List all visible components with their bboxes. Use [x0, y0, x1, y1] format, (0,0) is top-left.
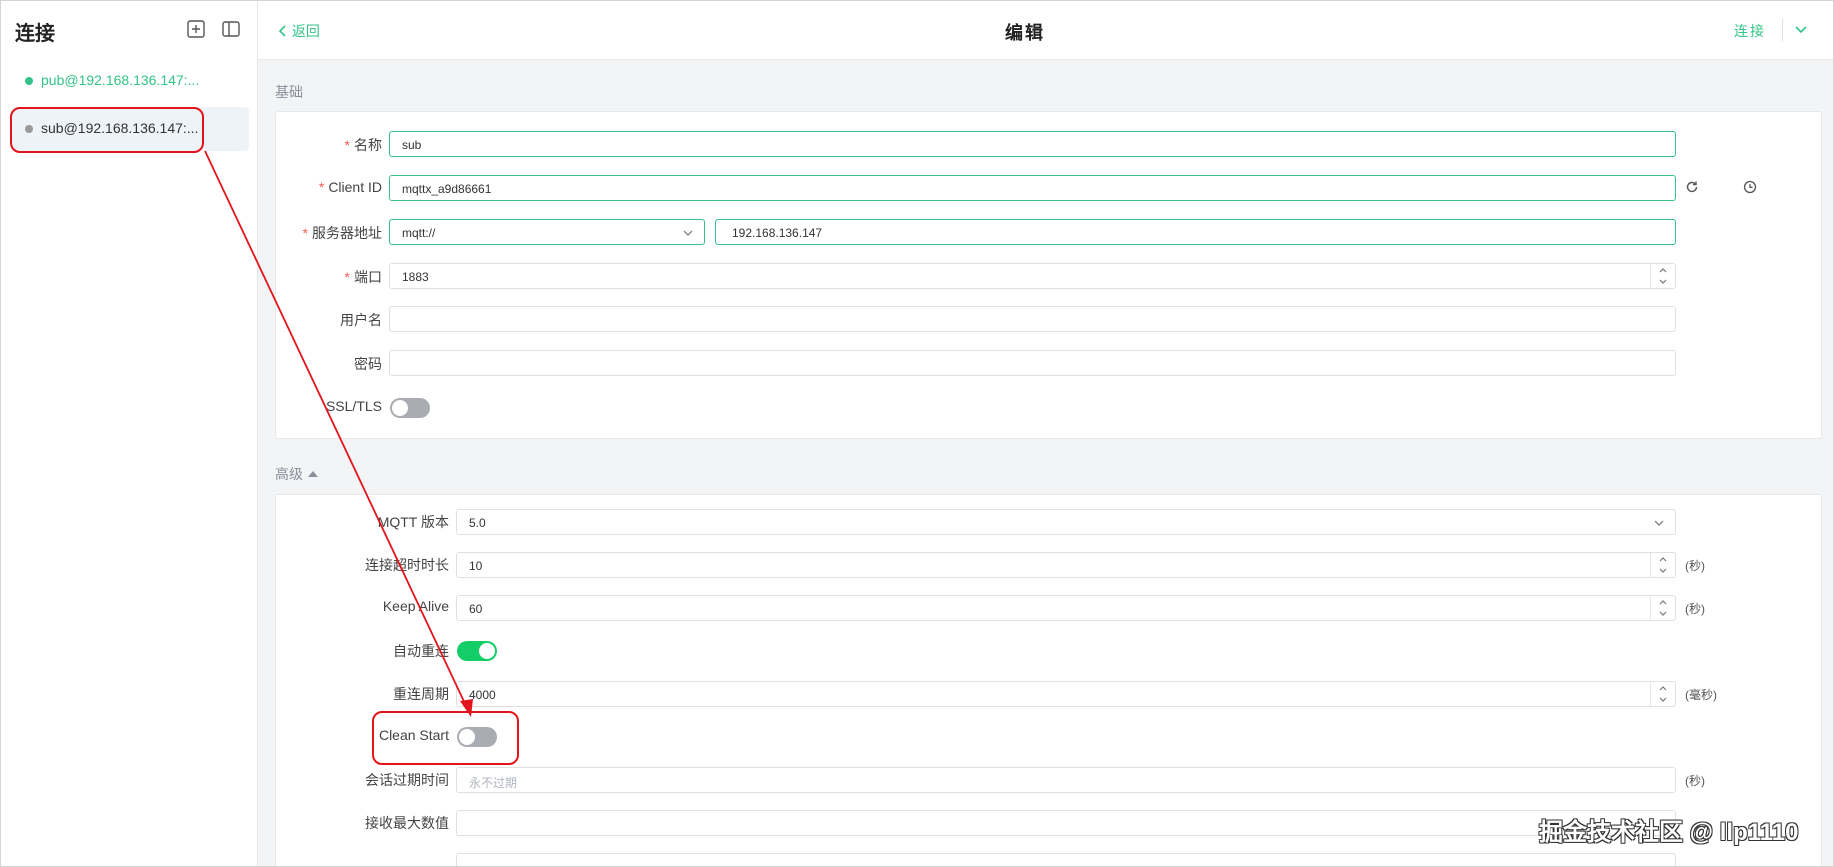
auto-reconnect-toggle[interactable] [457, 641, 497, 661]
port-stepper[interactable] [1650, 264, 1675, 288]
chevron-down-icon[interactable] [1658, 610, 1668, 618]
name-label: * 名称 [344, 137, 382, 153]
chevron-down-icon [1654, 520, 1664, 526]
port-label: * 端口 [344, 269, 382, 285]
timeout-unit: (秒) [1685, 559, 1705, 573]
timeout-label: 连接超时时长 [365, 557, 449, 573]
keepalive-label: Keep Alive [382, 598, 449, 614]
ssl-toggle[interactable] [390, 398, 430, 418]
chevron-down-icon[interactable] [1658, 278, 1668, 286]
chevron-up-icon[interactable] [1658, 684, 1668, 692]
page-title: 编辑 [1005, 23, 1045, 43]
auto-reconnect-label: 自动重连 [393, 643, 449, 659]
chevron-down-icon[interactable] [1658, 696, 1668, 704]
receive-max-input[interactable] [456, 810, 1676, 836]
reconnect-period-input[interactable]: 4000 [456, 681, 1676, 707]
basic-section-title: 基础 [275, 84, 303, 100]
chevron-up-icon[interactable] [1658, 555, 1668, 563]
caret-up-icon [307, 471, 318, 477]
advanced-section-title[interactable]: 高级 [275, 464, 319, 484]
watermark: 掘金技术社区 @ llp1110 [1539, 819, 1799, 846]
refresh-icon[interactable] [1685, 180, 1699, 199]
keepalive-value: 60 [469, 602, 483, 616]
timeout-input[interactable]: 10 [456, 552, 1676, 578]
protocol-value: mqtt:// [402, 226, 436, 240]
clock-icon[interactable] [1743, 180, 1757, 199]
edit-form-area: 基础 * 名称 sub * Client ID mqttx_a9d86661 * 服务… [258, 60, 1833, 866]
connect-button[interactable]: 连接 [1734, 21, 1766, 41]
mqtt-version-label: MQTT 版本 [377, 514, 449, 530]
port-input[interactable]: 1883 [389, 263, 1676, 289]
highlight-box-sub [10, 107, 204, 153]
session-expiry-input[interactable]: 永不过期 [456, 767, 1676, 793]
chevron-down-icon [683, 230, 693, 236]
basic-card: * 名称 sub * Client ID mqttx_a9d86661 * 服务器地址… [275, 111, 1822, 439]
next-field-input[interactable] [456, 853, 1676, 866]
host-label: * 服务器地址 [302, 225, 382, 241]
username-input[interactable] [389, 306, 1676, 332]
session-expiry-placeholder: 永不过期 [469, 776, 518, 790]
chevron-down-icon[interactable] [1794, 23, 1808, 37]
chevron-up-icon[interactable] [1658, 598, 1668, 606]
keepalive-input[interactable]: 60 [456, 595, 1676, 621]
status-dot-icon [25, 77, 33, 85]
toggle-knob [392, 400, 408, 416]
app-window: 连接 pub@192.168.136.147:... sub@192.168.1… [0, 0, 1834, 867]
chevron-down-icon[interactable] [1658, 567, 1668, 575]
timeout-value: 10 [469, 559, 483, 573]
sidebar-title: 连接 [15, 23, 55, 45]
username-label: 用户名 [340, 312, 382, 328]
password-label: 密码 [354, 356, 382, 372]
chevron-up-icon[interactable] [1658, 266, 1668, 274]
reconnect-period-value: 4000 [469, 688, 496, 702]
divider [1782, 19, 1783, 41]
port-value: 1883 [402, 270, 429, 284]
sidebar-toggle-icon[interactable] [221, 19, 241, 39]
reconnect-period-label: 重连周期 [393, 686, 449, 702]
toggle-knob [479, 643, 495, 659]
protocol-select[interactable]: mqtt:// [389, 219, 705, 245]
timeout-stepper[interactable] [1650, 553, 1675, 577]
session-expiry-label: 会话过期时间 [365, 772, 449, 788]
client-id-input[interactable]: mqttx_a9d86661 [389, 175, 1676, 201]
name-input[interactable]: sub [389, 131, 1676, 157]
password-input[interactable] [389, 350, 1676, 376]
receive-max-label: 接收最大数值 [365, 815, 449, 831]
highlight-box-clean-start [372, 711, 519, 765]
mqtt-version-value: 5.0 [469, 516, 486, 530]
connections-sidebar: 连接 pub@192.168.136.147:... sub@192.168.1… [1, 1, 258, 866]
keepalive-unit: (秒) [1685, 602, 1705, 616]
host-input[interactable]: 192.168.136.147 [715, 219, 1676, 245]
mqtt-version-select[interactable]: 5.0 [456, 509, 1676, 535]
connection-label: pub@192.168.136.147:... [41, 72, 200, 88]
connection-item-pub[interactable]: pub@192.168.136.147:... [11, 59, 249, 103]
session-expiry-unit: (秒) [1685, 774, 1705, 788]
client-id-label: * Client ID [318, 179, 382, 195]
keepalive-stepper[interactable] [1650, 596, 1675, 620]
add-icon[interactable] [186, 19, 206, 39]
ssl-label: SSL/TLS [325, 398, 382, 414]
reconnect-period-unit: (毫秒) [1685, 688, 1717, 702]
reconnect-period-stepper[interactable] [1650, 682, 1675, 706]
header-bar: 返回 编辑 连接 [258, 1, 1833, 60]
